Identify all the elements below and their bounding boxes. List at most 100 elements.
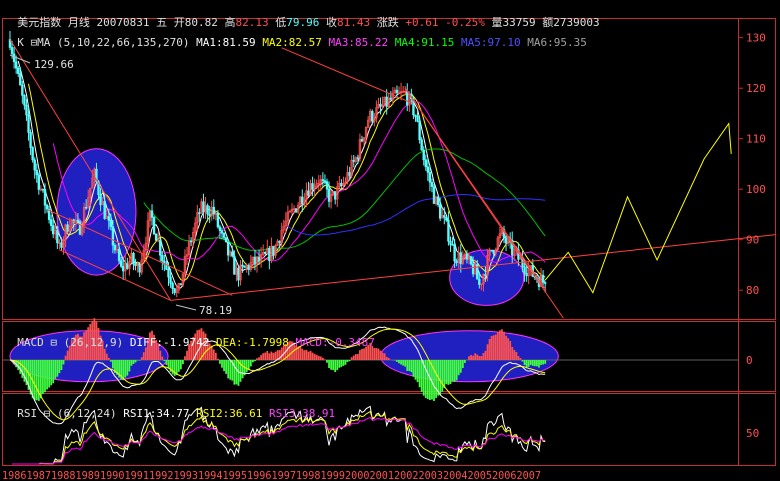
rsi-name[interactable]: RSI	[17, 407, 37, 420]
rsi1-value: RSI1:34.77	[123, 407, 190, 420]
macd-params: (26,12,9)	[63, 336, 124, 349]
candle-body	[543, 282, 547, 284]
candle-body	[132, 252, 135, 265]
ma4-line	[143, 148, 546, 251]
candle-body	[356, 157, 360, 160]
rsi-params: (6,12,24)	[57, 407, 117, 420]
candle-body	[17, 67, 20, 74]
candle-body	[307, 190, 310, 196]
ma-prefix: K	[17, 36, 24, 49]
candle-body	[103, 201, 106, 219]
candle-body	[327, 188, 331, 202]
year-axis-label: 1998	[296, 469, 321, 481]
candle-body	[119, 260, 123, 267]
candle-body	[360, 139, 364, 142]
candle-body	[301, 196, 304, 205]
ma3-value: MA3:85.22	[328, 36, 389, 49]
candle-body	[504, 237, 508, 244]
candle-body	[206, 205, 209, 215]
candle-body	[340, 182, 343, 186]
candle-body	[25, 104, 28, 116]
year-axis-label: 2006	[492, 469, 517, 481]
candle-body	[109, 220, 113, 227]
candle-body	[226, 241, 230, 256]
year-axis-label: 2002	[394, 469, 419, 481]
candle-body	[23, 95, 26, 106]
candle-body	[220, 230, 224, 234]
candle-body	[424, 159, 427, 168]
ma6-value: MA6:95.35	[527, 36, 587, 49]
candle-body	[138, 264, 141, 273]
rsi-collapse-icon[interactable]: ⊟	[44, 407, 51, 420]
candle-body	[237, 267, 240, 281]
high-annotation: 129.66	[34, 58, 74, 71]
candle-body	[247, 265, 250, 270]
candle-body	[465, 253, 469, 260]
candle-body	[233, 255, 236, 275]
candle-body	[41, 188, 45, 191]
candle-body	[541, 274, 545, 283]
candle-body	[161, 254, 164, 262]
candle-body	[78, 221, 82, 235]
year-axis-label: 1992	[149, 469, 174, 481]
ma5-value: MA5:97.10	[461, 36, 521, 49]
candle-body	[231, 251, 234, 257]
candle-body	[169, 276, 172, 284]
candle-body	[76, 219, 80, 223]
candle-body	[484, 274, 487, 276]
candle-body	[31, 147, 34, 161]
candle-body	[45, 204, 49, 210]
candle-body	[21, 84, 24, 96]
candle-body	[12, 53, 16, 63]
price-tick-label: 90	[746, 234, 759, 247]
macd-collapse-icon[interactable]: ⊟	[50, 336, 57, 349]
candle-body	[428, 171, 432, 183]
year-axis-label: 1999	[321, 469, 346, 481]
candle-body	[27, 114, 30, 133]
forecast-path	[544, 122, 732, 294]
candle-body	[438, 204, 442, 219]
candle-body	[56, 230, 59, 244]
macd-dea-value: DEA:-1.7998	[215, 336, 289, 349]
year-axis-label: 1993	[174, 469, 199, 481]
candle-body	[443, 215, 446, 218]
ma4-value: MA4:91.15	[394, 36, 455, 49]
macd-name[interactable]: MACD	[17, 336, 44, 349]
rsi3-value: RSI3:38.91	[268, 407, 336, 420]
candle-body	[43, 189, 47, 206]
candle-body	[152, 217, 156, 235]
year-axis-label: 2004	[443, 469, 468, 481]
candle-body	[420, 139, 423, 151]
ma-name[interactable]: MA	[37, 36, 50, 49]
year-axis-label: 1988	[51, 469, 76, 481]
ma1-value: MA1:81.59	[196, 36, 256, 49]
candle-body	[414, 114, 417, 117]
candle-body	[268, 247, 271, 261]
candle-body	[334, 191, 337, 200]
candle-body	[455, 260, 458, 263]
candle-body	[469, 256, 473, 265]
year-axis-label: 1991	[125, 469, 150, 481]
candle-body	[385, 96, 388, 107]
rsi-legend: RSI ⊟ (6,12,24) RSI1:34.77 RSI2:36.61 RS…	[4, 393, 335, 421]
candle-body	[416, 116, 419, 122]
low-annotation-leader	[175, 304, 197, 311]
candle-body	[179, 283, 183, 286]
candle-body	[459, 252, 462, 264]
candle-body	[33, 159, 36, 171]
candle-body	[430, 181, 434, 187]
candle-body	[445, 216, 448, 221]
candle-body	[171, 282, 174, 289]
candle-body	[134, 263, 137, 267]
candle-body	[122, 266, 125, 272]
candle-body	[294, 208, 298, 213]
year-axis-label: 1989	[76, 469, 101, 481]
low-annotation: 78.19	[199, 304, 232, 317]
price-tick-label: 120	[746, 82, 766, 95]
candle-body	[422, 149, 425, 161]
candle-body	[212, 206, 215, 215]
year-axis-label: 1996	[247, 469, 272, 481]
candle-body	[348, 172, 351, 176]
price-tick-label: 130	[746, 32, 766, 45]
candle-body	[150, 210, 154, 218]
